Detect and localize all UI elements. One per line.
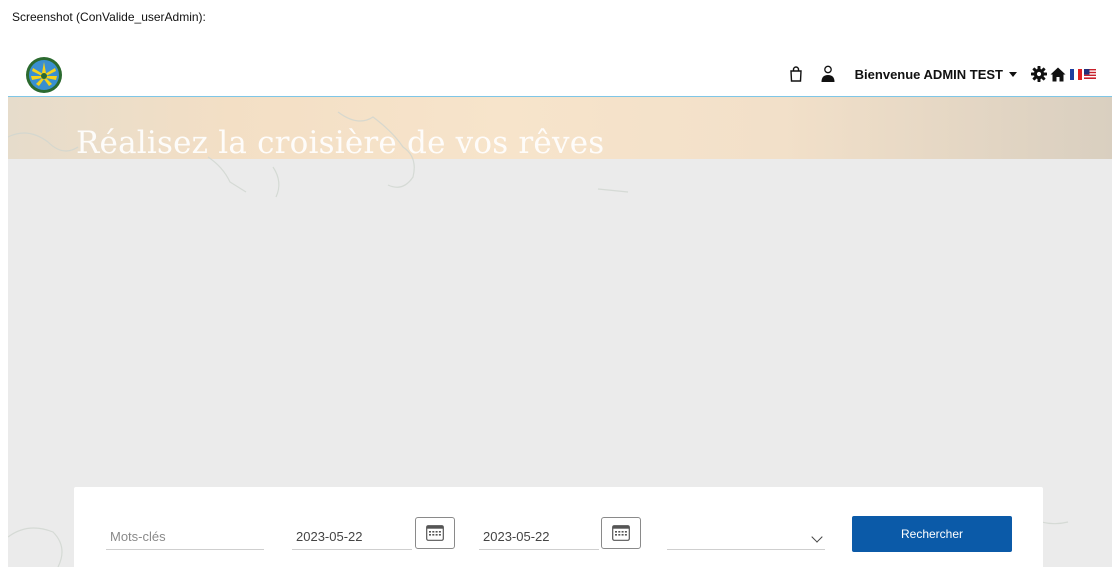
date-from-calendar-button[interactable] xyxy=(415,517,455,549)
search-form-card: Rechercher xyxy=(74,487,1043,567)
keywords-input[interactable] xyxy=(106,528,264,544)
flag-us-icon[interactable] xyxy=(1084,69,1096,79)
logo-emblem-icon xyxy=(26,57,62,93)
date-to-field xyxy=(479,523,599,550)
user-menu-dropdown[interactable]: Bienvenue ADMIN TEST xyxy=(855,67,1017,82)
site-logo[interactable] xyxy=(25,56,63,94)
home-icon[interactable] xyxy=(1050,67,1066,82)
top-navbar: Bienvenue ADMIN TEST xyxy=(8,50,1112,97)
flag-fr-icon[interactable] xyxy=(1070,68,1082,80)
date-from-field xyxy=(292,523,412,550)
navbar-actions: Bienvenue ADMIN TEST xyxy=(789,62,1096,86)
shopping-bag-icon[interactable] xyxy=(789,66,803,82)
keywords-field xyxy=(106,523,264,550)
date-from-input[interactable] xyxy=(292,528,412,544)
caret-down-icon xyxy=(1009,71,1017,77)
user-icon[interactable] xyxy=(821,65,835,83)
date-to-calendar-button[interactable] xyxy=(601,517,641,549)
screenshot-caption: Screenshot (ConValide_userAdmin): xyxy=(12,10,206,24)
calendar-icon xyxy=(426,525,444,541)
gear-icon[interactable] xyxy=(1031,66,1047,82)
chevron-down-icon xyxy=(811,531,823,543)
search-button[interactable]: Rechercher xyxy=(852,516,1012,552)
date-to-input[interactable] xyxy=(479,528,599,544)
welcome-label: Bienvenue ADMIN TEST xyxy=(854,66,1003,82)
hero-title: Réalisez la croisière de vos rêves xyxy=(76,125,605,161)
calendar-icon xyxy=(612,525,630,541)
hero-banner: Réalisez la croisière de vos rêves Mots-… xyxy=(8,97,1112,567)
destination-select[interactable] xyxy=(667,523,825,550)
